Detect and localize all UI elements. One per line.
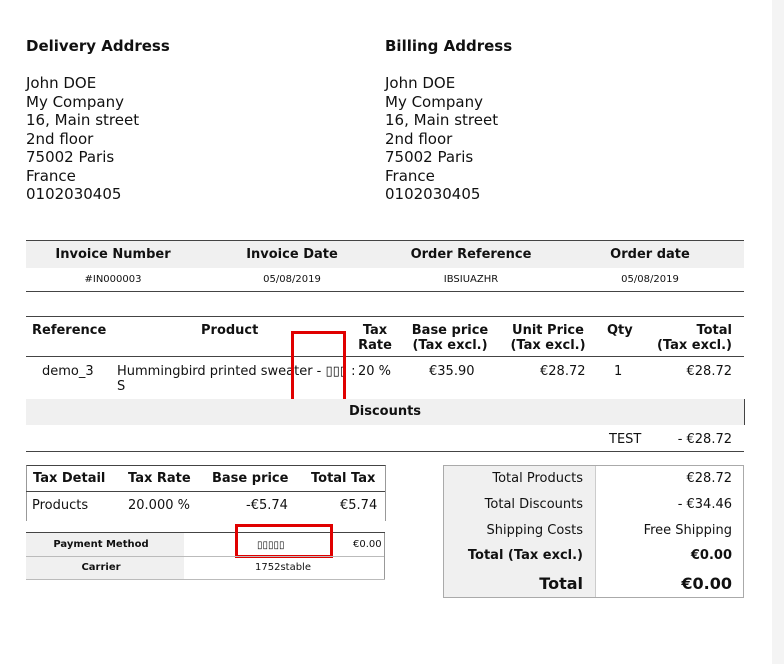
discount-value: - €28.72 <box>677 432 732 447</box>
unit-price-header: Unit Price (Tax excl.) <box>505 323 591 353</box>
total-header: Total (Tax excl.) <box>640 323 732 353</box>
total-products-value: €28.72 <box>686 471 733 486</box>
reference-header: Reference <box>32 323 107 338</box>
billing-company: My Company <box>385 92 483 111</box>
vertical-scrollbar[interactable] <box>772 0 784 664</box>
payment-method-label: Payment Method <box>53 539 149 550</box>
total-tax-excl-value: €0.00 <box>690 548 732 563</box>
order-reference-header: Order Reference <box>410 247 532 262</box>
payment-box-right-border <box>384 533 385 579</box>
order-reference-value: IBSIUAZHR <box>443 274 499 285</box>
product-row-tax-rate: 20 % <box>358 364 392 379</box>
tax-rate-header: Tax Rate <box>350 323 400 353</box>
invoice-date-header: Invoice Date <box>246 247 338 262</box>
payment-bottom-rule <box>26 579 385 580</box>
discount-name: TEST <box>609 432 642 447</box>
billing-address-title: Billing Address <box>385 37 513 55</box>
totals-column-divider <box>595 466 596 597</box>
products-top-rule <box>26 316 744 317</box>
delivery-address-title: Delivery Address <box>26 37 170 55</box>
delivery-floor: 2nd floor <box>26 129 94 148</box>
total-tax-excl-label: Total (Tax excl.) <box>467 548 583 563</box>
invoice-number-value: #IN000003 <box>84 274 142 285</box>
products-header-rule <box>26 356 744 357</box>
product-row-unit-price: €28.72 <box>540 364 586 379</box>
billing-street: 16, Main street <box>385 111 499 129</box>
base-price-detail-header: Base price <box>212 471 289 486</box>
carrier-value: 1752stable <box>255 562 311 573</box>
billing-country: France <box>385 166 435 185</box>
billing-floor: 2nd floor <box>385 129 453 148</box>
product-attribute-highlight <box>291 331 346 402</box>
delivery-company: My Company <box>26 92 124 111</box>
tax-detail-header-rule <box>26 491 385 492</box>
delivery-phone: 0102030405 <box>26 185 122 203</box>
shipping-costs-label: Shipping Costs <box>486 523 583 538</box>
product-row-qty: 1 <box>614 364 623 379</box>
total-discounts-value: - €34.46 <box>677 497 732 512</box>
payment-method-highlight <box>235 524 333 558</box>
billing-address: Billing Address John DOE My Company 16, … <box>385 37 512 204</box>
base-price-header-line2: (Tax excl.) <box>412 338 488 353</box>
delivery-country: France <box>26 166 76 185</box>
product-row-total: €28.72 <box>686 364 733 379</box>
tax-rate-detail-header: Tax Rate <box>128 471 191 486</box>
delivery-address: Delivery Address John DOE My Company 16,… <box>26 37 170 204</box>
billing-name: John DOE <box>385 74 456 92</box>
unit-price-header-line1: Unit Price <box>512 323 584 338</box>
grand-total-value: €0.00 <box>681 574 732 593</box>
grand-total-label: Total <box>539 574 583 593</box>
tax-rate-header-line2: Rate <box>358 338 392 353</box>
total-header-line1: Total <box>696 323 732 338</box>
payment-method-amount: €0.00 <box>353 539 382 550</box>
base-price-header: Base price (Tax excl.) <box>408 323 492 353</box>
product-row-base-price: €35.90 <box>429 364 475 379</box>
base-price-header-line1: Base price <box>411 323 489 338</box>
total-header-line2: (Tax excl.) <box>656 338 732 353</box>
delivery-street: 16, Main street <box>26 111 140 129</box>
product-header: Product <box>201 323 259 338</box>
total-products-label: Total Products <box>492 471 583 486</box>
discounts-bottom-rule <box>26 451 744 452</box>
billing-phone: 0102030405 <box>385 185 481 203</box>
order-date-header: Order date <box>610 247 690 262</box>
tax-detail-header: Tax Detail <box>33 471 106 486</box>
shipping-costs-value: Free Shipping <box>643 523 732 538</box>
product-row-reference: demo_3 <box>42 364 94 379</box>
invoice-date-value: 05/08/2019 <box>263 274 321 285</box>
billing-city: 75002 Paris <box>385 148 474 166</box>
total-tax-header: Total Tax <box>311 471 376 486</box>
delivery-name: John DOE <box>26 74 97 92</box>
tax-detail-products: Products <box>32 498 89 513</box>
invoice-info-bottom-rule <box>26 291 744 292</box>
qty-header: Qty <box>607 323 633 338</box>
tax-detail-base: -€5.74 <box>246 498 288 513</box>
carrier-label: Carrier <box>81 562 121 573</box>
delivery-city: 75002 Paris <box>26 148 115 166</box>
tax-detail-rate: 20.000 % <box>128 498 190 513</box>
invoice-number-header: Invoice Number <box>55 247 171 262</box>
order-date-value: 05/08/2019 <box>621 274 679 285</box>
unit-price-header-line2: (Tax excl.) <box>510 338 586 353</box>
tax-rate-header-line1: Tax <box>362 323 388 338</box>
total-discounts-label: Total Discounts <box>484 497 583 512</box>
discounts-title: Discounts <box>348 404 422 419</box>
tax-detail-total: €5.74 <box>340 498 378 513</box>
